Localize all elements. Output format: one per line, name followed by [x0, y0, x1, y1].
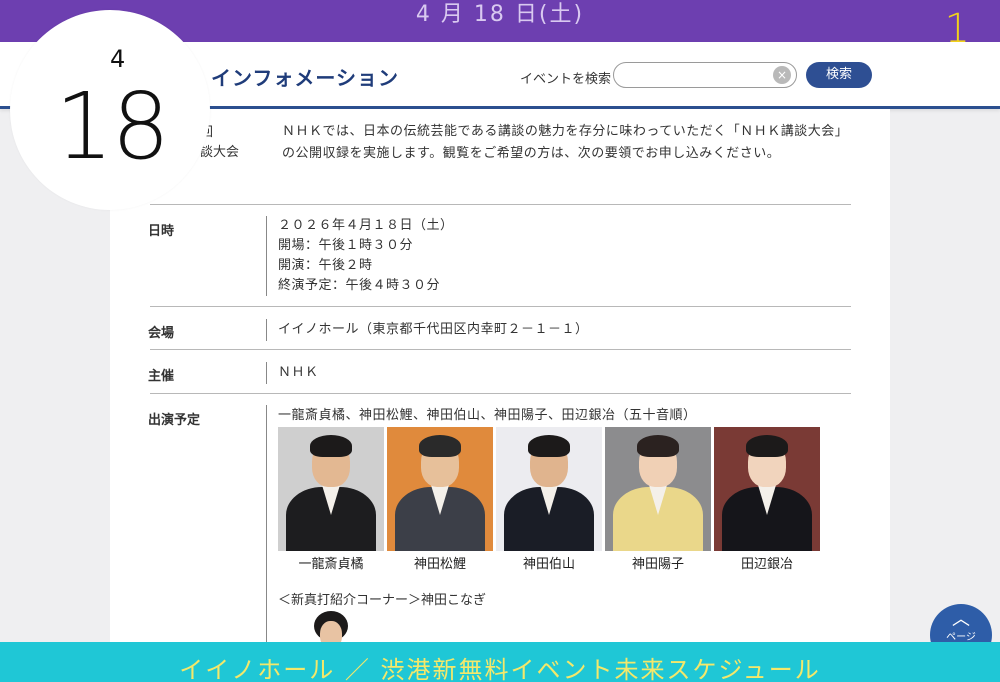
divider — [150, 204, 851, 205]
divider — [150, 393, 851, 394]
datetime-line: 開演：午後２時 — [278, 258, 373, 273]
search-button[interactable]: 検索 — [806, 62, 872, 88]
event-description: ＮＨＫでは、日本の伝統芸能である講談の魅力を存分に味わっていただく「ＮＨＫ講談大… — [282, 124, 849, 161]
row-separator — [266, 405, 267, 649]
performer-photo — [278, 427, 384, 551]
event-title-line2: 談大会 — [200, 145, 240, 160]
search-input[interactable] — [624, 63, 778, 87]
clear-icon[interactable]: × — [773, 66, 791, 84]
date-badge: 4 18 — [10, 10, 210, 210]
event-detail-card: 回 談大会 ＮＨＫでは、日本の伝統芸能である講談の魅力を存分に味わっていただく「… — [110, 109, 890, 649]
search-label: イベントを検索 — [520, 72, 612, 87]
performer-photo — [496, 427, 602, 551]
cast-label: 出演予定 — [148, 413, 201, 428]
newcomer-corner: ＜新真打紹介コーナー＞神田こなぎ — [278, 593, 487, 608]
row-separator — [266, 362, 267, 384]
row-separator — [266, 216, 267, 296]
divider — [150, 349, 851, 350]
datetime-label: 日時 — [148, 224, 175, 239]
datetime-value: ２０２６年４月１８日（土） 開場：午後１時３０分 開演：午後２時 終演予定：午後… — [278, 216, 454, 296]
date-month: 4 — [110, 45, 126, 73]
top-date-text: 4 月 18 日(土) — [415, 2, 585, 27]
performer-photo — [387, 427, 493, 551]
performer-photo — [605, 427, 711, 551]
datetime-line: 開場：午後１時３０分 — [278, 238, 414, 253]
host-label: 主催 — [148, 369, 175, 384]
performer-photo — [714, 427, 820, 551]
cast-value: 一龍斎貞橘、神田松鯉、神田伯山、神田陽子、田辺銀冶（五十音順） — [278, 408, 697, 423]
site-title[interactable]: ・インフォメーション — [190, 62, 399, 91]
performer-name: 一龍斎貞橘 — [298, 557, 364, 572]
row-separator — [266, 319, 267, 341]
bottom-banner-text: イイノホール ／ 渋港新無料イベント未来スケジュール — [179, 656, 821, 682]
performer-name: 田辺銀冶 — [740, 557, 793, 572]
divider — [150, 306, 851, 307]
chevron-up-icon: ︿ — [952, 609, 970, 630]
venue-label: 会場 — [148, 326, 175, 341]
bottom-banner: イイノホール ／ 渋港新無料イベント未来スケジュール — [0, 642, 1000, 682]
performer-name: 神田陽子 — [631, 557, 684, 572]
performer-name: 神田伯山 — [522, 557, 575, 572]
performer-name: 神田松鯉 — [413, 557, 466, 572]
venue-value: イイノホール（東京都千代田区内幸町２－１－１） — [278, 322, 589, 337]
host-value: ＮＨＫ — [278, 365, 319, 380]
datetime-line: 終演予定：午後４時３０分 — [278, 278, 441, 293]
date-day: 18 — [55, 73, 170, 180]
datetime-line: ２０２６年４月１８日（土） — [278, 218, 454, 233]
search-box[interactable]: × — [613, 62, 797, 88]
